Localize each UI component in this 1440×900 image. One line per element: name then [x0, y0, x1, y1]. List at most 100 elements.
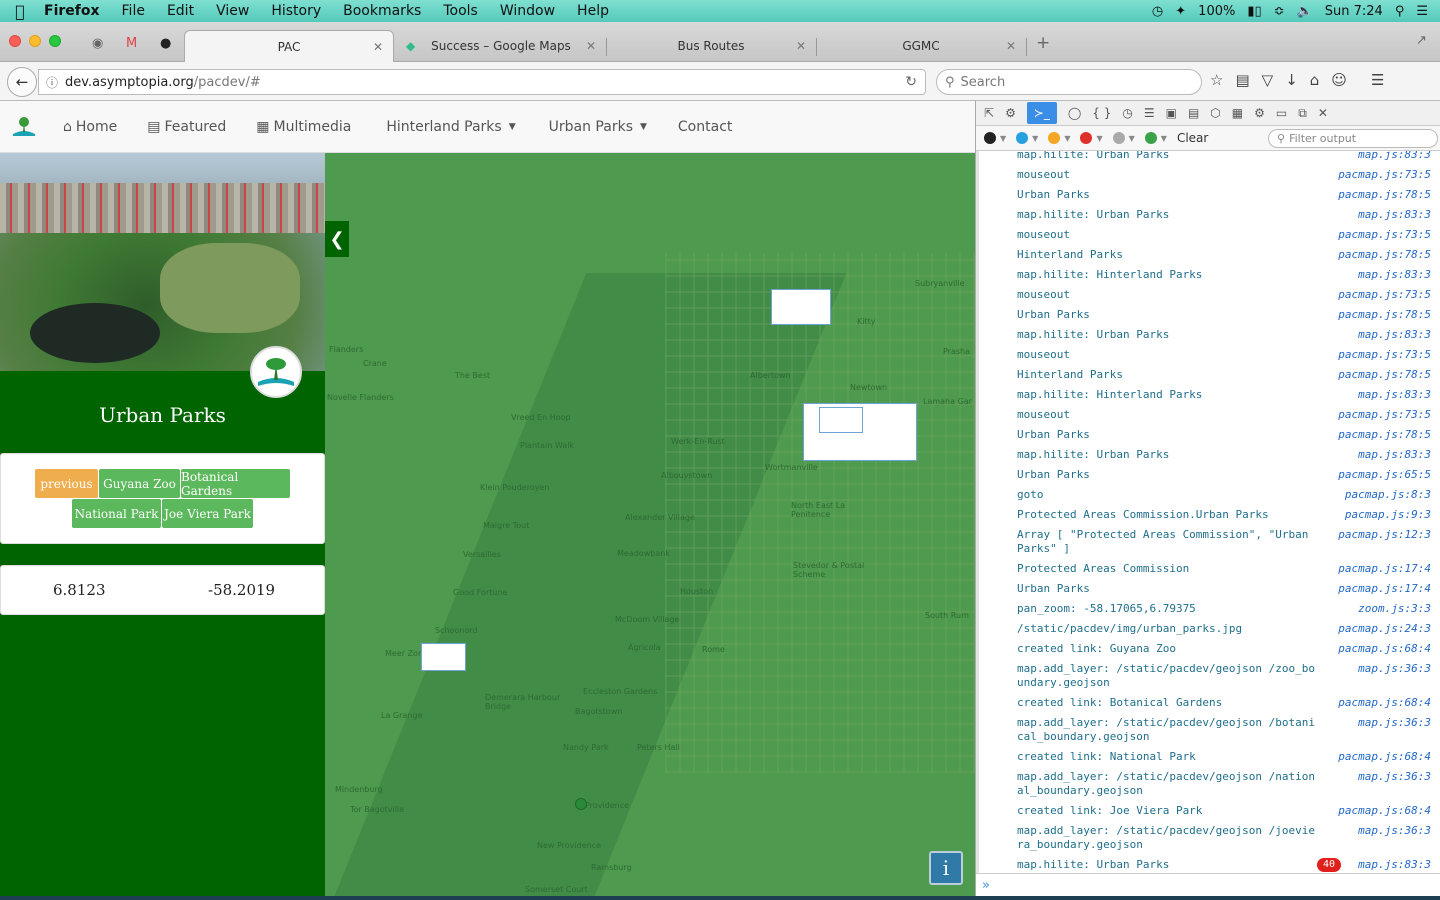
settings-gear-icon[interactable]: ⚙ — [1005, 106, 1016, 120]
log-source-link[interactable]: pacmap.js:24:3 — [1338, 622, 1431, 636]
dropdown-icon[interactable]: ▼ — [1032, 134, 1038, 143]
log-source-link[interactable]: map.js:83:3 — [1358, 388, 1431, 402]
dropdown-icon[interactable]: ▼ — [1096, 134, 1102, 143]
menu-window[interactable]: Window — [489, 3, 566, 19]
log-source-link[interactable]: pacmap.js:73:5 — [1338, 348, 1431, 362]
close-tab-icon[interactable]: ✕ — [1006, 39, 1016, 53]
menu-edit[interactable]: Edit — [156, 3, 205, 19]
previous-button[interactable]: previous — [35, 469, 98, 498]
log-source-link[interactable]: map.js:83:3 — [1358, 268, 1431, 282]
performance-icon[interactable]: ◷ — [1122, 106, 1132, 120]
notification-center-icon[interactable]: ☰ — [1416, 4, 1428, 19]
chat-icon[interactable]: ☺ — [1331, 71, 1347, 89]
menu-tools[interactable]: Tools — [432, 3, 489, 19]
log-source-link[interactable]: pacmap.js:73:5 — [1338, 228, 1431, 242]
close-tab-icon[interactable]: ✕ — [796, 39, 806, 53]
collapse-sidebar-button[interactable]: ❮ — [325, 221, 349, 257]
log-source-link[interactable]: pacmap.js:68:4 — [1338, 696, 1431, 710]
log-source-link[interactable]: map.js:36:3 — [1358, 824, 1431, 852]
inspector-pick-icon[interactable]: ⇱ — [984, 106, 994, 120]
filter-output-input[interactable]: ⚲ Filter output — [1268, 129, 1438, 148]
log-source-link[interactable]: map.js:36:3 — [1358, 716, 1431, 744]
pocket-icon[interactable]: ▽ — [1262, 71, 1274, 89]
reload-icon[interactable]: ↻ — [905, 74, 917, 90]
menu-bookmarks[interactable]: Bookmarks — [332, 3, 432, 19]
log-source-link[interactable]: pacmap.js:78:5 — [1338, 368, 1431, 382]
tab-google-maps[interactable]: ◆ Success – Google Maps ✕ — [396, 30, 606, 62]
apple-icon[interactable]:  — [0, 2, 40, 21]
site-logo[interactable] — [0, 101, 48, 153]
tab-bus-routes[interactable]: Bus Routes ✕ — [606, 30, 816, 62]
dropdown-icon[interactable]: ▼ — [1000, 134, 1006, 143]
menu-app-name[interactable]: Firefox — [40, 3, 111, 19]
guyana-zoo-button[interactable]: Guyana Zoo — [99, 469, 180, 498]
dropdown-icon[interactable]: ▼ — [1161, 134, 1167, 143]
new-tab-icon[interactable]: + — [1036, 33, 1050, 53]
close-window-button[interactable] — [9, 35, 21, 47]
net-filter-icon[interactable] — [984, 132, 996, 144]
tab-pac[interactable]: PAC ✕ — [184, 30, 394, 62]
log-source-link[interactable]: pacmap.js:9:3 — [1345, 508, 1431, 522]
log-source-link[interactable]: zoom.js:3:3 — [1358, 602, 1431, 616]
log-source-link[interactable]: pacmap.js:73:5 — [1338, 288, 1431, 302]
log-source-link[interactable]: pacmap.js:12:3 — [1338, 528, 1431, 556]
log-source-link[interactable]: map.js:36:3 — [1358, 770, 1431, 798]
nav-contact[interactable]: Contact — [662, 119, 747, 135]
zoom-window-button[interactable] — [49, 35, 61, 47]
nav-featured[interactable]: ▤ Featured — [132, 119, 241, 135]
location-marker[interactable] — [575, 798, 587, 810]
spotlight-icon[interactable]: ⚲ — [1395, 4, 1405, 19]
map-view[interactable]: Subryanville Kitty Prasha Lamaha Gar New… — [325, 153, 975, 896]
battery-icon[interactable]: ▮▯ — [1247, 4, 1261, 19]
console-tab-icon[interactable]: ≻_ — [1026, 102, 1057, 124]
log-source-link[interactable]: map.js:83:3 — [1358, 448, 1431, 462]
dock-icon[interactable]: ▭ — [1276, 106, 1287, 120]
botanical-gardens-button[interactable]: Botanical Gardens — [181, 469, 290, 498]
undock-icon[interactable]: ⧉ — [1298, 106, 1307, 121]
css-filter-icon[interactable] — [1016, 132, 1029, 144]
server-filter-icon[interactable] — [1144, 132, 1157, 144]
battery-percent[interactable]: 100% — [1198, 4, 1235, 19]
nav-multimedia[interactable]: ▦ Multimedia — [241, 119, 366, 135]
3d-view-icon[interactable]: ⬡ — [1210, 106, 1220, 120]
log-source-link[interactable]: pacmap.js:73:5 — [1338, 408, 1431, 422]
close-tab-icon[interactable]: ✕ — [373, 40, 383, 54]
clear-button[interactable]: Clear — [1177, 131, 1208, 145]
security-filter-icon[interactable] — [1080, 132, 1093, 144]
search-input[interactable]: ⚲ Search — [936, 69, 1202, 95]
log-source-link[interactable]: pacmap.js:68:4 — [1338, 642, 1431, 656]
options-gear-icon[interactable]: ⚙ — [1254, 106, 1265, 120]
back-button[interactable]: ← — [7, 67, 37, 97]
debugger-icon[interactable]: ◯ — [1068, 106, 1081, 120]
log-source-link[interactable]: pacmap.js:78:5 — [1338, 308, 1431, 322]
log-source-link[interactable]: pacmap.js:17:4 — [1338, 562, 1431, 576]
time-machine-icon[interactable]: ◷ — [1152, 4, 1163, 19]
nav-home[interactable]: ⌂ Home — [48, 119, 132, 135]
close-tab-icon[interactable]: ✕ — [586, 39, 596, 53]
url-bar[interactable]: ⓘ dev.asymptopia.org/pacdev/# ↻ — [38, 69, 926, 95]
site-info-icon[interactable]: ⓘ — [39, 74, 65, 91]
menu-help[interactable]: Help — [566, 3, 620, 19]
scratchpad-icon[interactable]: ▦ — [1232, 106, 1243, 120]
home-icon[interactable]: ⌂ — [1310, 71, 1320, 89]
bluetooth-icon[interactable]: ✦ — [1175, 4, 1186, 19]
joeviera-boundary-highlight[interactable] — [819, 407, 863, 433]
log-source-link[interactable]: pacmap.js:68:4 — [1338, 750, 1431, 764]
hamburger-menu-icon[interactable]: ☰ — [1371, 71, 1384, 89]
bookmark-star-icon[interactable]: ☆ — [1210, 71, 1223, 89]
logging-filter-icon[interactable] — [1112, 132, 1125, 144]
network-icon[interactable]: ☰ — [1144, 106, 1155, 120]
log-source-link[interactable]: map.js:83:3 — [1358, 151, 1431, 162]
minimize-window-button[interactable] — [29, 35, 41, 47]
nav-hinterland-parks[interactable]: Hinterland Parks ▼ — [366, 119, 530, 135]
log-source-link[interactable]: pacmap.js:78:5 — [1338, 188, 1431, 202]
downloads-icon[interactable]: ↓ — [1285, 71, 1298, 89]
log-source-link[interactable]: map.js:83:3 — [1358, 858, 1431, 872]
joe-viera-park-button[interactable]: Joe Viera Park — [162, 499, 253, 528]
nav-urban-parks[interactable]: Urban Parks ▼ — [531, 119, 662, 135]
console-output[interactable]: map.hilite: Urban Parks map.js:83:3 mouseo… — [976, 151, 1440, 873]
dropdown-icon[interactable]: ▼ — [1129, 134, 1135, 143]
style-editor-icon[interactable]: { } — [1092, 106, 1111, 120]
log-source-link[interactable]: pacmap.js:78:5 — [1338, 248, 1431, 262]
reading-list-icon[interactable]: ▤ — [1235, 71, 1249, 89]
